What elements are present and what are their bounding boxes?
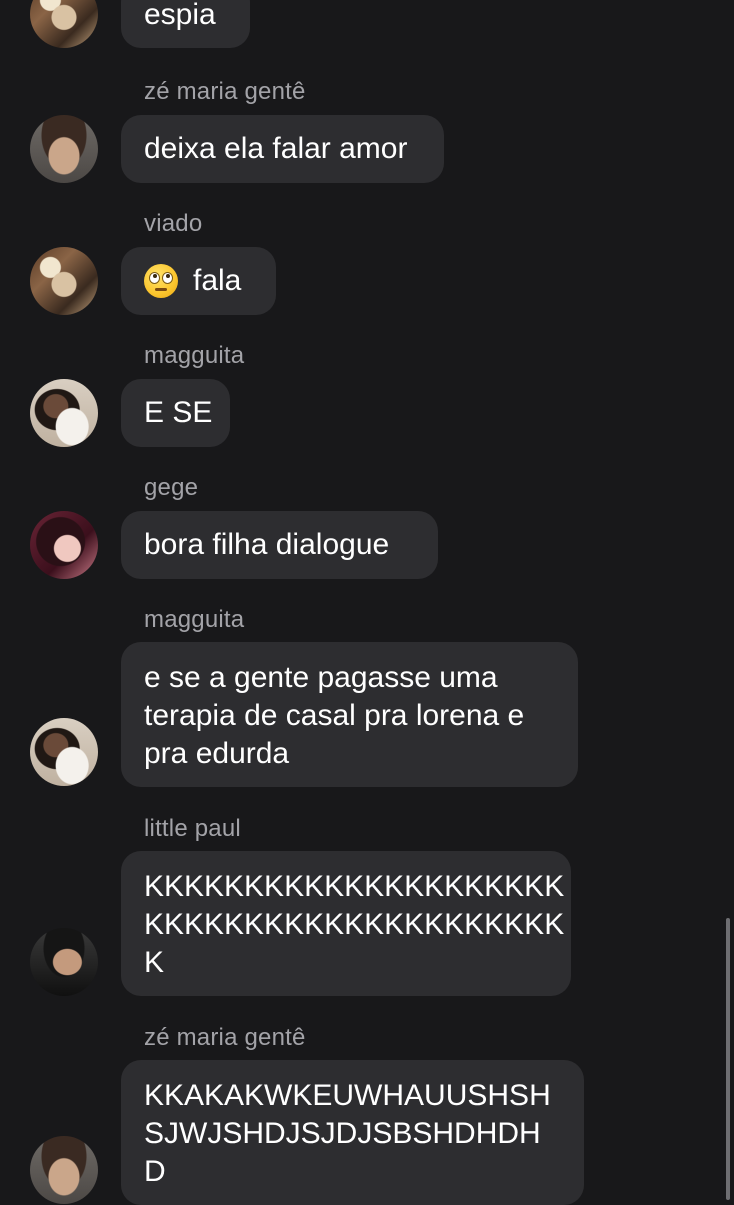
sender-name: viado [144,210,203,237]
message-text-line: KKKKKKKKKKKKKKKKKKKKK [144,870,565,903]
message-text-line: pra edurda [144,737,290,770]
message-text: deixa ela falar amor [144,132,408,165]
scrollbar[interactable] [726,918,730,1200]
message-text-line: KKKKKKKKKKKKKKKKKKKKK [144,908,565,941]
sender-name: gege [144,474,199,501]
message-text-line: K [144,946,165,979]
avatar[interactable] [30,115,98,183]
message-bubble[interactable]: fala [121,247,276,315]
sender-name: magguita [144,342,245,369]
message-text: espia [144,0,216,31]
message-text-line: e se a gente pagasse uma [144,661,498,694]
message-bubble[interactable]: deixa ela falar amor [121,115,444,183]
sender-name: zé maria gentê [144,1024,306,1051]
sender-name: little paul [144,815,241,842]
sender-name: zé maria gentê [144,78,306,105]
message-text: E SE [144,396,213,429]
message-bubble[interactable]: espia [121,0,250,48]
message-bubble[interactable]: e se a gente pagasse uma terapia de casa… [121,642,578,787]
avatar[interactable] [30,247,98,315]
message-text: fala [193,264,242,297]
message-bubble[interactable]: E SE [121,379,230,447]
message-bubble[interactable]: bora filha dialogue [121,511,438,579]
avatar[interactable] [30,928,98,996]
message-text-line: D [144,1155,166,1188]
message-text: bora filha dialogue [144,528,390,561]
avatar[interactable] [30,0,98,48]
avatar[interactable] [30,1136,98,1204]
message-text-line: terapia de casal pra lorena e [144,699,525,732]
avatar[interactable] [30,379,98,447]
face-with-rolling-eyes-icon [144,264,178,298]
avatar[interactable] [30,718,98,786]
avatar[interactable] [30,511,98,579]
sender-name: magguita [144,606,245,633]
message-text-line: SJWJSHDJSJDJSBSHDHDH [144,1117,541,1150]
message-bubble[interactable]: KKKKKKKKKKKKKKKKKKKKK KKKKKKKKKKKKKKKKKK… [121,851,571,996]
message-bubble[interactable]: KKAKAKWKEUWHAUUSHSH SJWJSHDJSJDJSBSHDHDH… [121,1060,584,1205]
message-text-line: KKAKAKWKEUWHAUUSHSH [144,1079,551,1112]
